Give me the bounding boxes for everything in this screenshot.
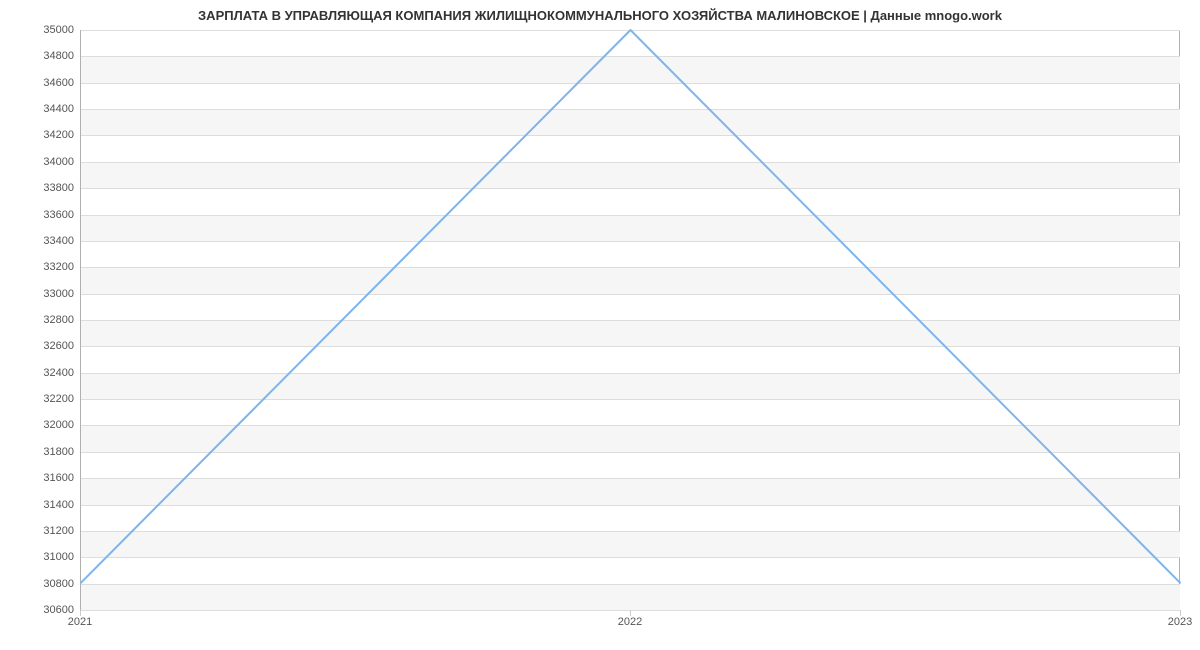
- data-line: [81, 30, 1180, 609]
- y-tick-label: 31200: [14, 525, 74, 537]
- y-tick-label: 32400: [14, 367, 74, 379]
- y-tick-label: 34000: [14, 156, 74, 168]
- y-tick-label: 33600: [14, 209, 74, 221]
- chart-container: ЗАРПЛАТА В УПРАВЛЯЮЩАЯ КОМПАНИЯ ЖИЛИЩНОК…: [0, 0, 1200, 650]
- y-tick-label: 32200: [14, 393, 74, 405]
- y-tick-label: 33000: [14, 288, 74, 300]
- y-tick-label: 31800: [14, 446, 74, 458]
- y-tick-label: 33800: [14, 182, 74, 194]
- y-tick-label: 34600: [14, 77, 74, 89]
- y-tick-label: 32600: [14, 340, 74, 352]
- y-tick-label: 33200: [14, 261, 74, 273]
- y-tick-label: 32000: [14, 419, 74, 431]
- chart-title: ЗАРПЛАТА В УПРАВЛЯЮЩАЯ КОМПАНИЯ ЖИЛИЩНОК…: [0, 8, 1200, 23]
- x-tick-label: 2022: [618, 616, 642, 628]
- x-tick-label: 2023: [1168, 616, 1192, 628]
- x-tick-label: 2021: [68, 616, 92, 628]
- y-tick-label: 30800: [14, 578, 74, 590]
- y-tick-label: 31400: [14, 499, 74, 511]
- y-tick-label: 31600: [14, 472, 74, 484]
- y-tick-label: 34400: [14, 103, 74, 115]
- y-tick-label: 34200: [14, 129, 74, 141]
- y-tick-label: 33400: [14, 235, 74, 247]
- y-tick-label: 32800: [14, 314, 74, 326]
- y-tick-label: 34800: [14, 50, 74, 62]
- y-tick-label: 30600: [14, 604, 74, 616]
- plot-area: [80, 30, 1180, 610]
- y-tick-label: 35000: [14, 24, 74, 36]
- y-tick-label: 31000: [14, 551, 74, 563]
